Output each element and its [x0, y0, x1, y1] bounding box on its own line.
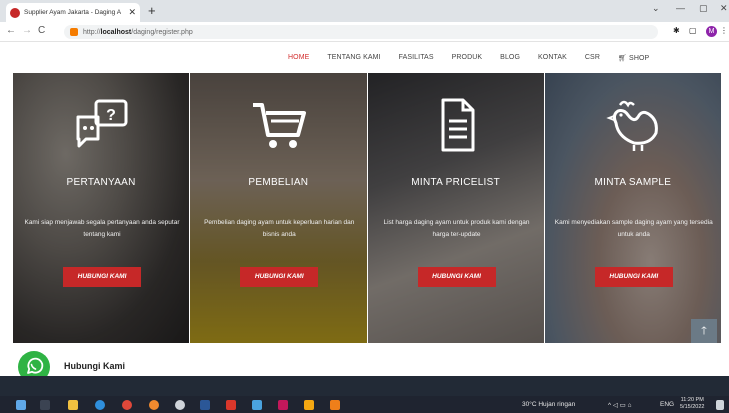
- clock-date: 5/15/2022: [680, 404, 705, 410]
- chicken-icon: [606, 100, 658, 151]
- new-tab-button[interactable]: +: [148, 3, 156, 19]
- url-field[interactable]: http://localhost/daging/register.php: [64, 25, 658, 39]
- address-bar-row: ← → C http://localhost/daging/register.p…: [0, 22, 729, 42]
- notification-icon[interactable]: [716, 400, 724, 410]
- pdf-icon[interactable]: [226, 400, 236, 410]
- nav-item-fasilitas[interactable]: FASILITAS: [399, 54, 434, 62]
- nav-menu: HOME TENTANG KAMI FASILITAS PRODUK BLOG …: [288, 54, 667, 62]
- star-icon[interactable]: [304, 400, 314, 410]
- extensions-icon[interactable]: ✱: [673, 26, 680, 35]
- tab-search-icon[interactable]: ⌄: [652, 3, 660, 14]
- card-title: MINTA PRICELIST: [411, 177, 501, 188]
- card-minta-sample: MINTA SAMPLE Kami menyediakan sample dag…: [544, 73, 721, 343]
- settings-icon[interactable]: [175, 400, 185, 410]
- word-icon[interactable]: [200, 400, 210, 410]
- card-minta-pricelist: MINTA PRICELIST List harga daging ayam u…: [367, 73, 544, 343]
- contact-bar: Hubungi Kami: [0, 343, 729, 383]
- chrome-icon[interactable]: [122, 400, 132, 410]
- card-title: MINTA SAMPLE: [594, 177, 672, 188]
- card-description: List harga daging ayam untuk produk kami…: [383, 219, 530, 238]
- start-icon[interactable]: [16, 400, 26, 410]
- nav-item-blog[interactable]: BLOG: [500, 54, 520, 62]
- clock[interactable]: 11:20 PM 5/15/2022: [680, 397, 704, 411]
- sidebar-icon[interactable]: ▢: [689, 26, 697, 35]
- contact-label[interactable]: Hubungi Kami: [64, 361, 125, 371]
- app-icon[interactable]: [252, 400, 262, 410]
- nav-item-csr[interactable]: CSR: [585, 54, 600, 62]
- card-title: PERTANYAAN: [66, 177, 136, 188]
- file-explorer-icon[interactable]: [68, 400, 78, 410]
- browser-tab[interactable]: Supplier Ayam Jakarta - Daging A ✕: [6, 3, 140, 22]
- tab-title: Supplier Ayam Jakarta - Daging A: [24, 9, 122, 16]
- reload-icon[interactable]: C: [38, 25, 45, 36]
- xampp-icon[interactable]: [278, 400, 288, 410]
- card-description: Kami menyediakan sample daging ayam yang…: [554, 219, 713, 238]
- edge-icon[interactable]: [95, 400, 105, 410]
- nav-item-kontak[interactable]: KONTAK: [538, 54, 567, 62]
- hubungi-kami-button[interactable]: HUBUNGI KAMI: [63, 267, 141, 287]
- document-icon: [441, 98, 474, 152]
- site-navbar: HOME TENTANG KAMI FASILITAS PRODUK BLOG …: [0, 42, 729, 73]
- cart-icon: 🛒︎: [618, 55, 627, 62]
- hubungi-kami-button[interactable]: HUBUNGI KAMI: [240, 267, 319, 287]
- question-chat-icon: ?: [76, 99, 128, 148]
- profile-avatar[interactable]: M: [706, 26, 717, 37]
- url-host: localhost: [100, 28, 132, 36]
- minimize-button[interactable]: —: [676, 3, 685, 13]
- svg-text:?: ?: [106, 107, 116, 124]
- nav-item-shop[interactable]: 🛒︎ SHOP: [618, 54, 649, 62]
- menu-icon[interactable]: ⋮: [720, 26, 728, 35]
- nav-item-tentang-kami[interactable]: TENTANG KAMI: [327, 54, 380, 62]
- tab-close-icon[interactable]: ✕: [128, 7, 136, 18]
- hubungi-kami-button[interactable]: HUBUNGI KAMI: [594, 267, 673, 287]
- task-view-icon[interactable]: [40, 400, 50, 410]
- clock-time: 11:20 PM: [680, 397, 704, 403]
- taskbar: 30°C Hujan ringan ^ ◁ ▭ ⌂ ENG 11:20 PM 5…: [0, 396, 729, 413]
- card-description: Kami siap menjawab segala pertanyaan and…: [24, 219, 180, 238]
- back-icon[interactable]: ←: [6, 25, 16, 36]
- weather-widget[interactable]: 30°C Hujan ringan: [522, 401, 575, 408]
- chrome-alt-icon[interactable]: [149, 400, 159, 410]
- site-favicon-icon: [10, 7, 20, 18]
- url-path: /daging/register.php: [131, 28, 193, 36]
- card-pembelian: PEMBELIAN Pembelian daging ayam untuk ke…: [190, 73, 367, 343]
- card-pertanyaan: ? PERTANYAAN Kami siap menjawab segala p…: [13, 73, 190, 343]
- card-description: Pembelian daging ayam untuk keperluan ha…: [204, 219, 355, 238]
- language-indicator[interactable]: ENG: [660, 401, 674, 408]
- url-prefix: http://: [83, 28, 101, 36]
- scroll-to-top-button[interactable]: 🡑: [691, 319, 717, 343]
- nav-item-produk[interactable]: PRODUK: [452, 54, 483, 62]
- hubungi-kami-button[interactable]: HUBUNGI KAMI: [417, 267, 496, 287]
- footer-band: [0, 376, 729, 396]
- service-cards: ? PERTANYAAN Kami siap menjawab segala p…: [13, 73, 721, 343]
- page-info-icon[interactable]: [70, 28, 78, 36]
- card-title: PEMBELIAN: [248, 177, 309, 188]
- app-icon[interactable]: [330, 400, 340, 410]
- browser-tab-strip: Supplier Ayam Jakarta - Daging A ✕ + ⌄ —…: [0, 0, 729, 22]
- nav-item-home[interactable]: HOME: [288, 54, 309, 62]
- close-window-button[interactable]: ✕: [720, 3, 728, 14]
- shopping-cart-icon: [253, 103, 307, 148]
- forward-icon[interactable]: →: [22, 25, 32, 36]
- tray-icons[interactable]: ^ ◁ ▭ ⌂: [608, 401, 632, 409]
- maximize-button[interactable]: ▢: [699, 3, 708, 14]
